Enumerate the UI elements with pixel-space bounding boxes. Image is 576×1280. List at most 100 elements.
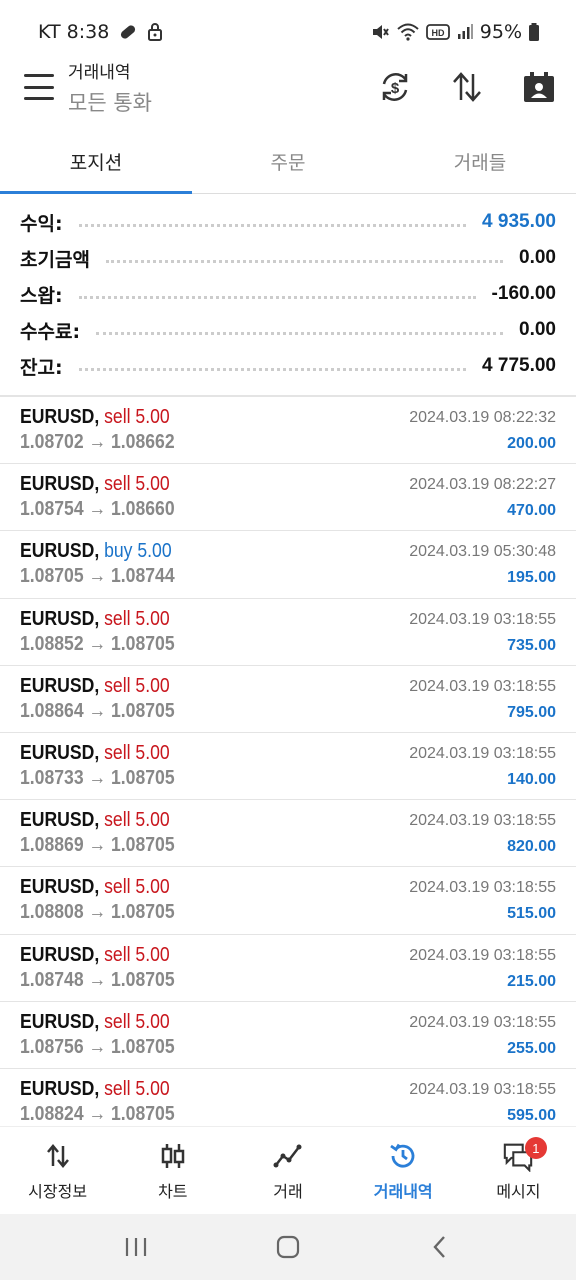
- symbol-text: EURUSD,: [20, 809, 100, 832]
- app-header: 거래내역 모든 통화 $: [0, 56, 576, 126]
- deal-time: 2024.03.19 03:18:55: [409, 1080, 556, 1098]
- deal-time: 2024.03.19 03:18:55: [409, 812, 556, 830]
- status-right: HD 95%: [370, 21, 540, 43]
- system-nav-bar: [0, 1214, 576, 1280]
- carrier-time: KT 8:38: [38, 21, 110, 43]
- deal-profit: 215.00: [507, 972, 556, 990]
- deal-type: sell 5.00: [104, 943, 170, 966]
- tab-orders[interactable]: 주문: [192, 130, 384, 193]
- menu-icon-bar: [24, 97, 54, 100]
- symbol-text: EURUSD,: [20, 1077, 100, 1100]
- summary-value: 0.00: [519, 247, 556, 268]
- currency-exchange-icon: $: [382, 73, 408, 101]
- deal-symbol: EURUSD, sell 5.00: [20, 944, 170, 967]
- menu-button[interactable]: [24, 74, 54, 100]
- lock-icon: [148, 23, 163, 41]
- deal-type: sell 5.00: [104, 1077, 170, 1100]
- deal-profit: 470.00: [507, 502, 556, 520]
- status-left: KT 8:38: [38, 21, 163, 43]
- deal-row[interactable]: EURUSD, sell 5.00 1.08733 → 1.08705 2024…: [0, 733, 576, 801]
- deal-prices: 1.08864 → 1.08705: [20, 699, 175, 722]
- svg-text:$: $: [391, 80, 400, 97]
- history-icon: [387, 1140, 419, 1172]
- tab-deals[interactable]: 거래들: [384, 130, 576, 193]
- deal-symbol: EURUSD, sell 5.00: [20, 1078, 170, 1101]
- deal-type: sell 5.00: [104, 406, 170, 428]
- deal-symbol: EURUSD, buy 5.00: [20, 540, 172, 563]
- symbol-text: EURUSD,: [20, 473, 100, 496]
- symbol-text: EURUSD,: [20, 607, 100, 630]
- deal-symbol: EURUSD, sell 5.00: [20, 473, 170, 496]
- nav-quotes[interactable]: 시장정보: [0, 1127, 115, 1214]
- symbol-text: EURUSD,: [20, 674, 100, 697]
- summary-label: 수익:: [20, 212, 63, 235]
- home-button[interactable]: [268, 1227, 308, 1267]
- deal-row[interactable]: EURUSD, sell 5.00 1.08808 → 1.08705 2024…: [0, 867, 576, 935]
- header-titles[interactable]: 거래내역 모든 통화: [68, 58, 152, 117]
- nav-history[interactable]: 거래내역: [346, 1127, 461, 1214]
- deal-time: 2024.03.19 03:18:55: [409, 744, 556, 762]
- deal-type: sell 5.00: [104, 1010, 170, 1033]
- deal-row[interactable]: EURUSD, sell 5.00 1.08756 → 1.08705 2024…: [0, 1002, 576, 1069]
- deal-time: 2024.03.19 08:22:32: [409, 409, 556, 426]
- nav-chart[interactable]: 차트: [115, 1127, 230, 1214]
- deal-row[interactable]: EURUSD, sell 5.00 1.08864 → 1.08705 2024…: [0, 666, 576, 733]
- summary-value: 4 935.00: [482, 211, 556, 232]
- deal-type: sell 5.00: [104, 741, 170, 764]
- summary-value: 4 775.00: [482, 355, 556, 376]
- deal-type: sell 5.00: [104, 809, 170, 832]
- deal-symbol: EURUSD, sell 5.00: [20, 1011, 170, 1034]
- svg-text:HD: HD: [431, 28, 444, 38]
- symbol-text: EURUSD,: [20, 1010, 100, 1033]
- nav-messages[interactable]: 1 메시지: [461, 1127, 576, 1214]
- summary-row-swap: 스왑: -160.00: [20, 276, 556, 312]
- deal-prices: 1.08808 → 1.08705: [20, 901, 175, 924]
- recent-apps-button[interactable]: [116, 1227, 156, 1267]
- account-button[interactable]: [520, 68, 558, 106]
- sort-button[interactable]: [448, 68, 486, 106]
- currency-exchange-button[interactable]: $: [376, 68, 414, 106]
- deal-row[interactable]: EURUSD, sell 5.00 1.08748 → 1.08705 2024…: [0, 935, 576, 1002]
- calendar-account-icon: [524, 72, 554, 102]
- deal-symbol: EURUSD, sell 5.00: [20, 608, 170, 631]
- tab-positions[interactable]: 포지션: [0, 130, 192, 194]
- quotes-arrows-icon: [42, 1140, 74, 1172]
- nav-trade[interactable]: 거래: [230, 1127, 345, 1214]
- mute-icon: [372, 25, 389, 39]
- deal-time: 2024.03.19 05:30:48: [409, 543, 556, 561]
- deal-type: sell 5.00: [104, 876, 170, 899]
- recent-apps-icon: [125, 1238, 147, 1256]
- summary-row-balance: 잔고: 4 775.00: [20, 348, 556, 384]
- deal-time: 2024.03.19 03:18:55: [409, 946, 556, 964]
- deal-prices: 1.08705 → 1.08744: [20, 565, 175, 588]
- back-button[interactable]: [420, 1227, 460, 1267]
- nav-label: 시장정보: [28, 1181, 88, 1201]
- summary-value: 0.00: [519, 319, 556, 340]
- deal-row[interactable]: EURUSD, buy 5.00 1.08705 → 1.08744 2024.…: [0, 531, 576, 599]
- summary-label: 초기금액: [20, 248, 90, 271]
- battery-icon: [529, 23, 539, 41]
- deal-prices: 1.08754 → 1.08660: [20, 498, 175, 521]
- deal-row[interactable]: EURUSD, sell 5.00 1.08754 → 1.08660 2024…: [0, 464, 576, 532]
- deal-time: 2024.03.19 03:18:55: [409, 1013, 556, 1031]
- wifi-icon: [397, 23, 419, 41]
- currency-filter[interactable]: 모든 통화: [68, 87, 152, 117]
- deal-symbol: EURUSD, sell 5.00: [20, 809, 170, 832]
- symbol-text: EURUSD,: [20, 876, 100, 899]
- trend-line-icon: [272, 1140, 304, 1172]
- deal-profit: 255.00: [507, 1039, 556, 1057]
- deals-list: EURUSD, sell 5.00 1.08702 → 1.08662 2024…: [0, 397, 576, 1137]
- summary-label: 수수료:: [20, 320, 81, 343]
- sort-arrows-icon: [453, 72, 481, 102]
- summary-row-profit: 수익: 4 935.00: [20, 204, 556, 240]
- deal-row[interactable]: EURUSD, sell 5.00 1.08869 → 1.08705 2024…: [0, 800, 576, 868]
- deal-symbol: EURUSD, sell 5.00: [20, 675, 170, 698]
- deal-profit: 595.00: [507, 1106, 556, 1124]
- dotted-leader: [105, 259, 504, 263]
- deal-row[interactable]: EURUSD, sell 5.00 1.08852 → 1.08705 2024…: [0, 599, 576, 666]
- deal-row[interactable]: EURUSD, sell 5.00 1.08702 → 1.08662 2024…: [0, 397, 576, 465]
- deal-profit: 200.00: [507, 435, 556, 452]
- dotted-leader: [96, 331, 504, 335]
- signal-icon: [457, 24, 473, 39]
- deal-prices: 1.08748 → 1.08705: [20, 968, 175, 991]
